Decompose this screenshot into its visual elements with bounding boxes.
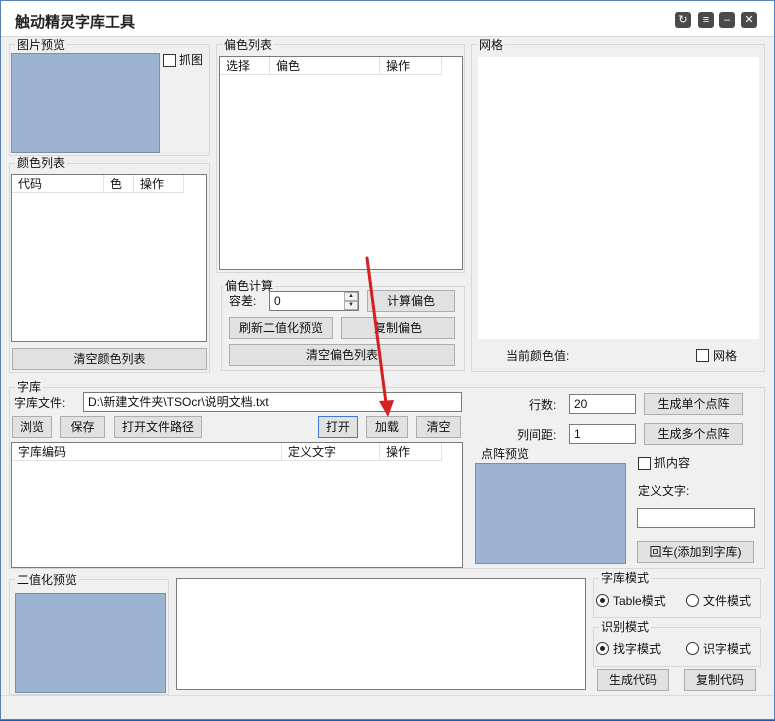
font-lib-header-code[interactable]: 字库编码 [12, 443, 282, 461]
binary-preview-label: 二值化预览 [15, 573, 80, 587]
title-bar: 触动精灵字库工具 ↻ ≡ – ✕ [1, 1, 774, 37]
image-preview-label: 图片预览 [15, 38, 68, 52]
open-button[interactable]: 打开 [318, 416, 358, 438]
offset-list-header-action[interactable]: 操作 [380, 57, 442, 75]
copy-code-button[interactable]: 复制代码 [684, 669, 756, 691]
enter-add-to-lib-button[interactable]: 回车(添加到字库) [637, 541, 754, 563]
offset-list-header-offset[interactable]: 偏色 [270, 57, 380, 75]
tolerance-down-icon[interactable]: ▼ [344, 301, 358, 310]
grid-label: 网格 [477, 38, 506, 52]
define-text-label: 定义文字: [638, 484, 690, 498]
color-list-header-code[interactable]: 代码 [12, 175, 104, 193]
grab-content-checkbox[interactable] [638, 457, 651, 470]
recog-mode-recognize-radio[interactable] [686, 642, 699, 655]
recog-mode-label: 识别模式 [599, 620, 652, 634]
grab-checkbox-label: 抓图 [179, 53, 204, 67]
matrix-preview-canvas [475, 463, 626, 564]
rows-label: 行数: [529, 398, 557, 412]
color-list-table[interactable]: 代码 色 操作 [11, 174, 207, 342]
grid-canvas[interactable] [478, 57, 759, 339]
lib-mode-file-label: 文件模式 [703, 594, 752, 608]
grab-content-label: 抓内容 [654, 456, 691, 470]
font-lib-table[interactable]: 字库编码 定义文字 操作 [11, 442, 463, 568]
refresh-icon[interactable]: ↻ [675, 12, 691, 28]
app-window: 触动精灵字库工具 ↻ ≡ – ✕ 图片预览 抓图 颜色列表 代码 色 操作 清空… [0, 0, 775, 720]
color-list-header-action[interactable]: 操作 [134, 175, 184, 193]
minimize-icon[interactable]: – [719, 12, 735, 28]
grid-checkbox-label: 网格 [713, 349, 738, 363]
color-list-label: 颜色列表 [15, 156, 68, 170]
lib-mode-label: 字库模式 [599, 571, 652, 585]
generate-code-button[interactable]: 生成代码 [597, 669, 669, 691]
font-lib-label: 字库 [15, 380, 44, 394]
offset-calc-label: 偏色计算 [223, 279, 276, 293]
offset-list-table[interactable]: 选择 偏色 操作 [219, 56, 463, 270]
close-icon[interactable]: ✕ [741, 12, 757, 28]
font-file-label: 字库文件: [14, 396, 66, 410]
matrix-preview-label: 点阵预览 [479, 447, 532, 461]
offset-list-header-select[interactable]: 选择 [220, 57, 270, 75]
refresh-binary-preview-button[interactable]: 刷新二值化预览 [229, 317, 333, 339]
tolerance-up-icon[interactable]: ▲ [344, 292, 358, 301]
generate-single-matrix-button[interactable]: 生成单个点阵 [644, 393, 743, 415]
copy-offset-button[interactable]: 复制偏色 [341, 317, 455, 339]
color-list-header-color[interactable]: 色 [104, 175, 134, 193]
offset-list-label: 偏色列表 [222, 38, 275, 52]
window-title: 触动精灵字库工具 [15, 14, 136, 31]
rows-input[interactable]: 20 [569, 394, 636, 414]
browse-button[interactable]: 浏览 [12, 416, 52, 438]
image-preview-canvas [11, 53, 160, 153]
status-bar [1, 695, 774, 719]
lib-mode-table-label: Table模式 [613, 594, 666, 608]
generate-multi-matrix-button[interactable]: 生成多个点阵 [644, 423, 743, 445]
lib-mode-table-radio[interactable] [596, 594, 609, 607]
calc-offset-button[interactable]: 计算偏色 [367, 290, 455, 312]
font-lib-header-action[interactable]: 操作 [380, 443, 442, 461]
clear-font-lib-button[interactable]: 清空 [416, 416, 461, 438]
font-lib-header-text[interactable]: 定义文字 [282, 443, 380, 461]
recog-mode-recognize-label: 识字模式 [703, 642, 752, 656]
open-file-path-button[interactable]: 打开文件路径 [114, 416, 202, 438]
grab-checkbox[interactable] [163, 54, 176, 67]
current-color-label: 当前颜色值: [506, 349, 570, 363]
save-button[interactable]: 保存 [60, 416, 105, 438]
code-output-textarea[interactable] [176, 578, 586, 690]
recog-mode-find-label: 找字模式 [613, 642, 662, 656]
clear-offset-list-button[interactable]: 清空偏色列表 [229, 344, 455, 366]
tolerance-label: 容差: [229, 294, 257, 308]
lib-mode-file-radio[interactable] [686, 594, 699, 607]
define-text-input[interactable] [637, 508, 755, 528]
load-button[interactable]: 加载 [366, 416, 408, 438]
menu-icon[interactable]: ≡ [698, 12, 714, 28]
col-spacing-input[interactable]: 1 [569, 424, 636, 444]
col-spacing-label: 列间距: [517, 428, 557, 442]
grid-checkbox[interactable] [696, 349, 709, 362]
binary-preview-canvas [15, 593, 166, 693]
clear-color-list-button[interactable]: 清空颜色列表 [12, 348, 207, 370]
recog-mode-find-radio[interactable] [596, 642, 609, 655]
font-file-path-input[interactable]: D:\新建文件夹\TSOcr\说明文档.txt [83, 392, 462, 412]
